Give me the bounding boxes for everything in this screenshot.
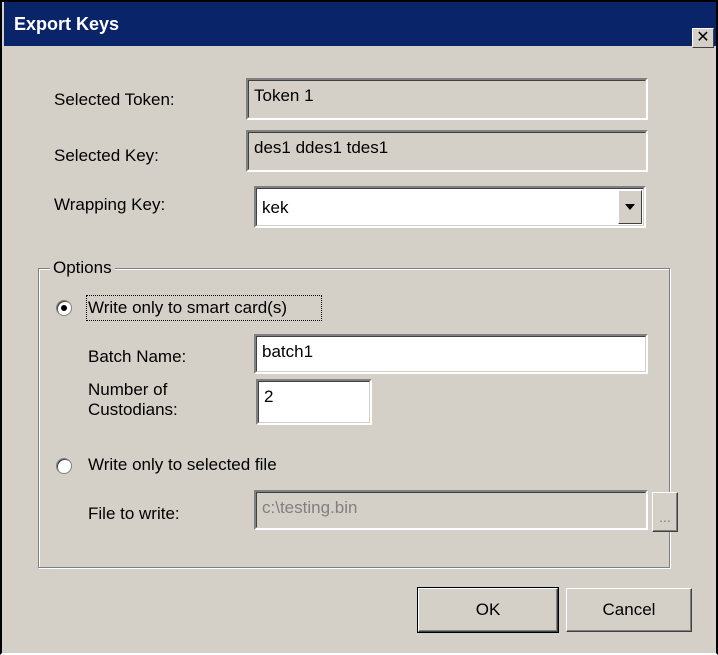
selected-token-value: Token 1 bbox=[254, 86, 314, 105]
selected-token-field: Token 1 bbox=[246, 78, 648, 120]
custodians-label-line1: Number of bbox=[88, 380, 168, 399]
chevron-down-icon bbox=[625, 204, 635, 210]
wrapping-key-value: kek bbox=[262, 198, 289, 217]
file-to-write-value: c:\testing.bin bbox=[262, 498, 358, 517]
browse-button: ... bbox=[652, 492, 678, 532]
batch-name-value: batch1 bbox=[262, 342, 314, 361]
close-button[interactable]: ✕ bbox=[692, 28, 714, 48]
smartcard-radio-label[interactable]: Write only to smart card(s) bbox=[88, 298, 287, 318]
window-title: Export Keys bbox=[14, 13, 120, 34]
browse-button-label: ... bbox=[659, 509, 671, 525]
custodians-label-line2: Custodians: bbox=[88, 400, 178, 419]
wrapping-key-dropdown-button[interactable] bbox=[618, 190, 642, 224]
batch-name-input[interactable]: batch1 bbox=[254, 334, 648, 374]
radio-selected-dot bbox=[61, 305, 67, 311]
ok-button-label: OK bbox=[475, 600, 501, 619]
file-radio-label[interactable]: Write only to selected file bbox=[88, 455, 277, 475]
custodians-value: 2 bbox=[264, 387, 274, 406]
custodians-input[interactable]: 2 bbox=[256, 379, 372, 425]
selected-key-value: des1 ddes1 tdes1 bbox=[254, 138, 389, 157]
ok-button[interactable]: OK bbox=[417, 587, 559, 633]
file-to-write-label: File to write: bbox=[88, 504, 180, 523]
cancel-button-label: Cancel bbox=[602, 600, 656, 619]
export-keys-dialog: Export Keys ✕ Selected Token: Token 1 Se… bbox=[0, 0, 718, 655]
batch-name-label: Batch Name: bbox=[88, 347, 187, 366]
title-bar[interactable]: Export Keys bbox=[4, 2, 716, 46]
file-to-write-input: c:\testing.bin bbox=[254, 490, 648, 530]
cancel-button[interactable]: Cancel bbox=[566, 588, 692, 632]
selected-key-label: Selected Key: bbox=[54, 146, 159, 165]
selected-token-label: Selected Token: bbox=[54, 90, 175, 109]
selected-key-field: des1 ddes1 tdes1 bbox=[246, 130, 648, 172]
smartcard-radio[interactable] bbox=[56, 300, 72, 316]
close-icon: ✕ bbox=[696, 29, 710, 46]
options-group-label: Options bbox=[50, 258, 115, 278]
custodians-label: Number of Custodians: bbox=[88, 380, 178, 420]
wrapping-key-label: Wrapping Key: bbox=[54, 195, 166, 214]
wrapping-key-select[interactable]: kek bbox=[254, 186, 646, 228]
file-radio[interactable] bbox=[56, 458, 72, 474]
